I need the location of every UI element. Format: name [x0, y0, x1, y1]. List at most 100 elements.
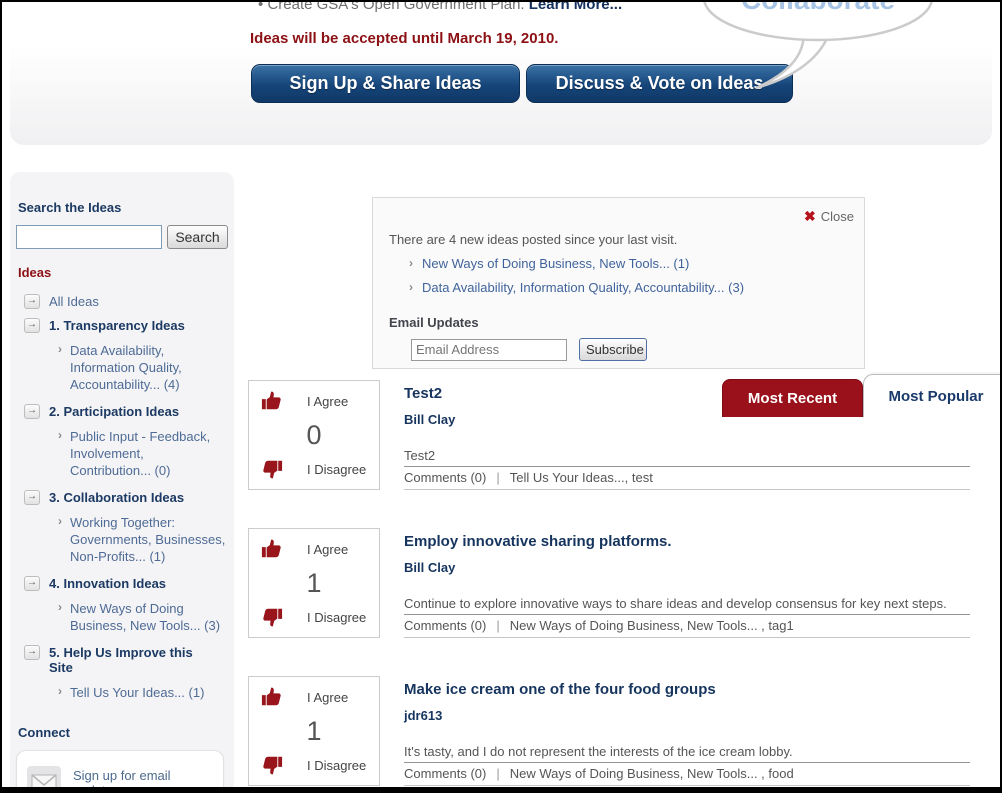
- vote-count: 0: [306, 419, 322, 450]
- idea-categories-link[interactable]: Tell Us Your Ideas..., test: [510, 470, 653, 485]
- search-input[interactable]: [16, 225, 162, 249]
- sidebar-subitem[interactable]: › Working Together: Governments, Busines…: [58, 514, 228, 565]
- sidebar-item-label[interactable]: 5. Help Us Improve this Site: [49, 645, 220, 675]
- agree-label[interactable]: I Agree: [307, 394, 348, 409]
- disagree-label[interactable]: I Disagree: [307, 462, 366, 477]
- idea-item: I Agree 1 I Disagree Employ innovative s…: [248, 528, 970, 638]
- sidebar-subitem-link[interactable]: Tell Us Your Ideas... (1): [70, 684, 204, 701]
- idea-item: I Agree 0 I Disagree Test2 Bill Clay Tes…: [248, 380, 970, 490]
- sidebar-item-help-improve[interactable]: → 5. Help Us Improve this Site: [24, 645, 220, 675]
- agree-button[interactable]: I Agree: [261, 538, 367, 560]
- sidebar: Search the Ideas Search Ideas → All Idea…: [10, 172, 234, 787]
- sidebar-subitem-link[interactable]: New Ways of Doing Business, New Tools...…: [70, 600, 228, 634]
- agree-label[interactable]: I Agree: [307, 542, 348, 557]
- disagree-button[interactable]: I Disagree: [261, 606, 367, 628]
- idea-author[interactable]: jdr613: [404, 708, 970, 723]
- vote-box: I Agree 0 I Disagree: [248, 380, 380, 490]
- signup-share-button[interactable]: Sign Up & Share Ideas: [251, 64, 520, 103]
- notice-category-link[interactable]: New Ways of Doing Business, New Tools...…: [422, 256, 689, 271]
- thumbs-up-icon[interactable]: [261, 686, 283, 708]
- idea-meta-row: Comments (0) | New Ways of Doing Busines…: [404, 615, 970, 638]
- idea-title[interactable]: Test2: [404, 385, 970, 402]
- thumbs-up-icon[interactable]: [261, 538, 283, 560]
- learn-more-link[interactable]: Learn More...: [529, 2, 622, 13]
- idea-author[interactable]: Bill Clay: [404, 412, 970, 427]
- sidebar-item-transparency[interactable]: → 1. Transparency Ideas: [24, 318, 220, 333]
- disagree-label[interactable]: I Disagree: [307, 758, 366, 773]
- sidebar-item-label[interactable]: All Ideas: [49, 294, 99, 309]
- separator: |: [496, 766, 500, 781]
- email-updates-heading: Email Updates: [389, 315, 479, 330]
- comments-link[interactable]: Comments (0): [404, 470, 486, 485]
- idea-description: Test2: [404, 448, 970, 467]
- notice-category-link[interactable]: Data Availability, Information Quality, …: [422, 280, 744, 295]
- hero-panel: • Create GSA's Open Government Plan. Lea…: [10, 0, 992, 145]
- agree-label[interactable]: I Agree: [307, 690, 348, 705]
- email-icon: [27, 766, 61, 787]
- sidebar-item-label[interactable]: 4. Innovation Ideas: [49, 576, 166, 591]
- sidebar-subitem-link[interactable]: Working Together: Governments, Businesse…: [70, 514, 228, 565]
- ideas-heading: Ideas: [18, 265, 52, 280]
- vote-count: 1: [306, 715, 322, 746]
- close-label[interactable]: Close: [821, 209, 854, 224]
- comments-link[interactable]: Comments (0): [404, 766, 486, 781]
- disagree-label[interactable]: I Disagree: [307, 610, 366, 625]
- sidebar-item-all-ideas[interactable]: → All Ideas: [24, 294, 220, 309]
- sidebar-subitem[interactable]: › Public Input - Feedback, Involvement, …: [58, 428, 228, 479]
- speech-bubble-label: Collaborate: [741, 0, 895, 15]
- thumbs-up-icon[interactable]: [261, 390, 283, 412]
- disagree-button[interactable]: I Disagree: [261, 754, 367, 776]
- arrow-icon: →: [24, 576, 40, 591]
- close-button[interactable]: ✖ Close: [804, 208, 854, 225]
- idea-author[interactable]: Bill Clay: [404, 560, 970, 575]
- chevron-icon: ›: [58, 428, 62, 442]
- new-ideas-message: There are 4 new ideas posted since your …: [389, 232, 678, 247]
- connect-link-label[interactable]: Sign up for email updates: [73, 768, 213, 787]
- thumbs-down-icon[interactable]: [261, 458, 283, 480]
- notice-link-row[interactable]: › New Ways of Doing Business, New Tools.…: [409, 256, 864, 271]
- comments-link[interactable]: Comments (0): [404, 618, 486, 633]
- sidebar-item-participation[interactable]: → 2. Participation Ideas: [24, 404, 220, 419]
- agree-button[interactable]: I Agree: [261, 686, 367, 708]
- sidebar-item-label[interactable]: 1. Transparency Ideas: [49, 318, 185, 333]
- sidebar-item-label[interactable]: 2. Participation Ideas: [49, 404, 179, 419]
- email-address-input[interactable]: [411, 338, 567, 361]
- sidebar-item-innovation[interactable]: → 4. Innovation Ideas: [24, 576, 220, 591]
- chevron-icon: ›: [409, 256, 413, 270]
- idea-title[interactable]: Make ice cream one of the four food grou…: [404, 681, 970, 698]
- notice-link-row[interactable]: › Data Availability, Information Quality…: [409, 280, 864, 295]
- page: • Create GSA's Open Government Plan. Lea…: [0, 0, 1002, 793]
- chevron-icon: ›: [58, 342, 62, 356]
- search-button[interactable]: Search: [167, 225, 228, 249]
- chevron-icon: ›: [58, 600, 62, 614]
- idea-content: Make ice cream one of the four food grou…: [404, 676, 970, 786]
- idea-categories-link[interactable]: New Ways of Doing Business, New Tools...…: [510, 766, 794, 781]
- idea-content: Test2 Bill Clay Test2 Comments (0) | Tel…: [404, 380, 970, 490]
- agree-button[interactable]: I Agree: [261, 390, 367, 412]
- sidebar-item-label[interactable]: 3. Collaboration Ideas: [49, 490, 184, 505]
- idea-categories-link[interactable]: New Ways of Doing Business, New Tools...…: [510, 618, 794, 633]
- thumbs-down-icon[interactable]: [261, 754, 283, 776]
- sidebar-subitem-link[interactable]: Data Availability, Information Quality, …: [70, 342, 228, 393]
- connect-email-link[interactable]: Sign up for email updates: [27, 759, 213, 787]
- hero-bullet-text: Create GSA's Open Government Plan.: [267, 0, 525, 13]
- disagree-button[interactable]: I Disagree: [261, 458, 367, 480]
- bullet-icon: •: [258, 0, 264, 13]
- subscribe-button[interactable]: Subscribe: [579, 338, 647, 361]
- sidebar-subitem[interactable]: › New Ways of Doing Business, New Tools.…: [58, 600, 228, 634]
- connect-panel: Sign up for email updates Subscribe to o…: [16, 750, 224, 787]
- separator: |: [496, 470, 500, 485]
- collaborate-speech-bubble: Collaborate: [703, 0, 933, 90]
- sidebar-item-collaboration[interactable]: → 3. Collaboration Ideas: [24, 490, 220, 505]
- sidebar-subitem[interactable]: › Data Availability, Information Quality…: [58, 342, 228, 393]
- thumbs-down-icon[interactable]: [261, 606, 283, 628]
- idea-description: Continue to explore innovative ways to s…: [404, 596, 970, 615]
- sidebar-subitem-link[interactable]: Public Input - Feedback, Involvement, Co…: [70, 428, 228, 479]
- idea-title[interactable]: Employ innovative sharing platforms.: [404, 533, 970, 550]
- arrow-icon: →: [24, 490, 40, 505]
- idea-meta-row: Comments (0) | New Ways of Doing Busines…: [404, 763, 970, 786]
- sidebar-subitem[interactable]: › Tell Us Your Ideas... (1): [58, 684, 228, 701]
- new-ideas-notice-panel: ✖ Close There are 4 new ideas posted sin…: [372, 197, 865, 369]
- hero-bullet-line: • Create GSA's Open Government Plan. Lea…: [258, 0, 622, 13]
- search-heading: Search the Ideas: [18, 200, 122, 215]
